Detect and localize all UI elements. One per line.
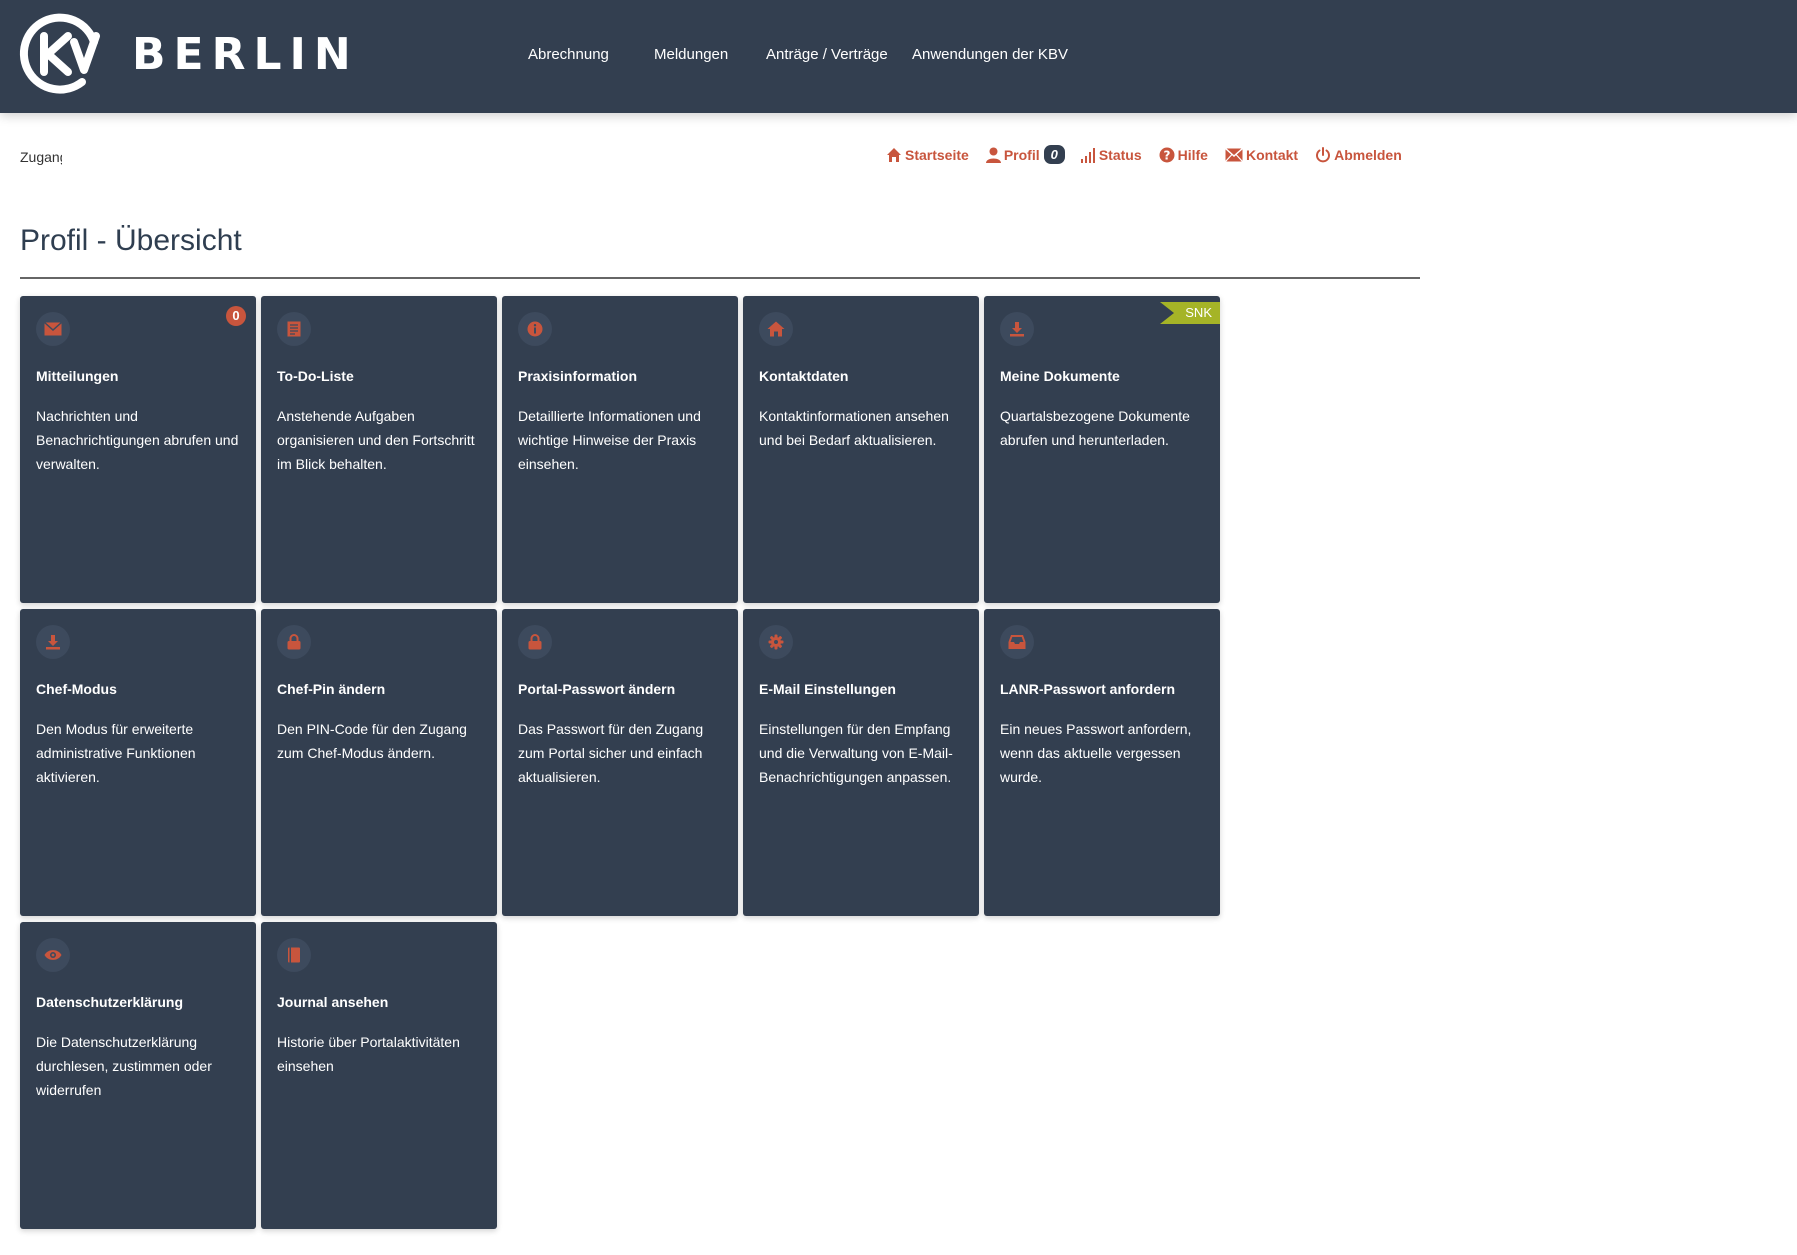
- lock-icon: [287, 634, 301, 650]
- tile-description: Die Datenschutzerklärung durchlesen, zus…: [36, 1034, 212, 1098]
- sub-bar: Zugang Startseite Profil 0 Status ? Hilf…: [0, 145, 1797, 171]
- startseite-label: Startseite: [905, 146, 969, 163]
- tile-title: Meine Dokumente: [1000, 368, 1120, 384]
- tile-praxisinformation[interactable]: Praxisinformation Detaillierte Informati…: [502, 296, 738, 603]
- user-icon: [985, 147, 1001, 163]
- hilfe-link[interactable]: ? Hilfe: [1159, 147, 1208, 163]
- home-icon: [887, 147, 901, 162]
- tile-description: Historie über Portalaktivitäten einsehen: [277, 1034, 460, 1074]
- download-icon: [1010, 322, 1024, 337]
- tile-title: Chef-Pin ändern: [277, 681, 386, 697]
- tile-description: Anstehende Aufgaben organisieren und den…: [277, 408, 475, 472]
- power-icon: [1316, 146, 1331, 162]
- tile-description: Einstellungen für den Empfang und die Ve…: [759, 721, 953, 785]
- tile-description: Das Passwort für den Zugang zum Portal s…: [518, 721, 704, 785]
- status-label: Status: [1098, 146, 1142, 163]
- nav-anwendungen-kbv[interactable]: Anwendungen der KBV: [912, 46, 1068, 63]
- abmelden-link[interactable]: Abmelden: [1315, 146, 1402, 163]
- tile-title: Journal ansehen: [277, 994, 389, 1010]
- tile-description: Detaillierte Informationen und wichtige …: [518, 408, 701, 472]
- lock-icon: [528, 634, 542, 650]
- breadcrumb: Zugang: [20, 149, 62, 165]
- profil-count-badge: 0: [1043, 145, 1065, 164]
- tile-description: Kontaktinformationen ansehen und bei Bed…: [759, 408, 949, 448]
- tile-title: E-Mail Einstellungen: [759, 681, 896, 697]
- signal-icon: [1080, 147, 1095, 163]
- tile-chef-pin-aendern[interactable]: Chef-Pin ändern Den PIN-Code für den Zug…: [261, 609, 497, 916]
- envelope-icon: [1224, 147, 1243, 162]
- tile-title: Praxisinformation: [518, 368, 638, 384]
- abmelden-label: Abmelden: [1334, 146, 1402, 163]
- status-link[interactable]: Status: [1080, 147, 1142, 163]
- nav-antraege-vertraege[interactable]: Anträge / Verträge: [766, 46, 888, 63]
- tile-journal-ansehen[interactable]: Journal ansehen Historie über Portalakti…: [261, 922, 497, 1229]
- kontakt-link[interactable]: Kontakt: [1224, 146, 1299, 163]
- page-title: Profil - Übersicht: [20, 224, 242, 257]
- tile-title: To-Do-Liste: [277, 368, 354, 384]
- inbox-icon: [1008, 635, 1026, 649]
- tile-kontaktdaten[interactable]: Kontaktdaten Kontaktinformationen ansehe…: [743, 296, 979, 603]
- kv-berlin-logo[interactable]: BERLIN: [18, 10, 359, 98]
- hilfe-label: Hilfe: [1177, 146, 1208, 163]
- home-icon: [767, 321, 785, 337]
- unread-count-badge: 0: [226, 306, 246, 326]
- profil-link[interactable]: Profil 0: [985, 145, 1065, 164]
- question-icon: ?: [1159, 147, 1175, 162]
- tile-title: Mitteilungen: [36, 368, 119, 384]
- startseite-link[interactable]: Startseite: [886, 147, 969, 163]
- tile-description: Quartalsbezogene Dokumente abrufen und h…: [1000, 408, 1190, 448]
- profil-label: Profil: [1003, 146, 1040, 163]
- nav-abrechnung[interactable]: Abrechnung: [528, 46, 609, 63]
- gear-icon: [768, 634, 784, 650]
- snk-ribbon: SNK: [1160, 302, 1220, 324]
- list-icon: [287, 321, 301, 337]
- tile-description: Nachrichten und Benachrichtigungen abruf…: [36, 408, 239, 472]
- tile-description: Ein neues Passwort anfordern, wenn das a…: [1000, 721, 1192, 785]
- book-icon: [288, 947, 300, 963]
- kontakt-label: Kontakt: [1245, 146, 1299, 163]
- tile-title: Chef-Modus: [36, 681, 117, 697]
- tile-mitteilungen[interactable]: 0 Mitteilungen Nachrichten und Benachric…: [20, 296, 256, 603]
- tile-chef-modus[interactable]: Chef-Modus Den Modus für erweiterte admi…: [20, 609, 256, 916]
- tile-datenschutzerklaerung[interactable]: Datenschutzerklärung Die Datenschutzerkl…: [20, 922, 256, 1229]
- kv-logo-icon: [19, 13, 100, 94]
- eye-icon: [44, 950, 62, 960]
- tile-title: LANR-Passwort anfordern: [1000, 681, 1176, 697]
- utility-nav: Startseite Profil 0 Status ? Hilfe Konta…: [886, 145, 1419, 164]
- tile-title: Kontaktdaten: [759, 368, 849, 384]
- tile-title: Portal-Passwort ändern: [518, 681, 676, 697]
- tile-portal-passwort-aendern[interactable]: Portal-Passwort ändern Das Passwort für …: [502, 609, 738, 916]
- download-icon: [46, 635, 60, 650]
- title-divider: [20, 277, 1420, 279]
- mail-icon: [44, 322, 62, 336]
- brand-name: BERLIN: [132, 28, 359, 80]
- tile-description: Den PIN-Code für den Zugang zum Chef-Mod…: [277, 721, 467, 761]
- tile-description: Den Modus für erweiterte administrative …: [36, 721, 196, 785]
- tile-meine-dokumente[interactable]: SNK Meine Dokumente Quartalsbezogene Dok…: [984, 296, 1220, 603]
- top-header: BERLIN Abrechnung Meldungen Anträge / Ve…: [0, 0, 1797, 113]
- nav-meldungen[interactable]: Meldungen: [654, 46, 728, 63]
- info-icon: [527, 321, 543, 337]
- tile-lanr-passwort-anfordern[interactable]: LANR-Passwort anfordern Ein neues Passwo…: [984, 609, 1220, 916]
- tile-email-einstellungen[interactable]: E-Mail Einstellungen Einstellungen für d…: [743, 609, 979, 916]
- tile-title: Datenschutzerklärung: [36, 994, 184, 1010]
- svg-text:?: ?: [1163, 148, 1170, 162]
- tile-todo-liste[interactable]: To-Do-Liste Anstehende Aufgaben organisi…: [261, 296, 497, 603]
